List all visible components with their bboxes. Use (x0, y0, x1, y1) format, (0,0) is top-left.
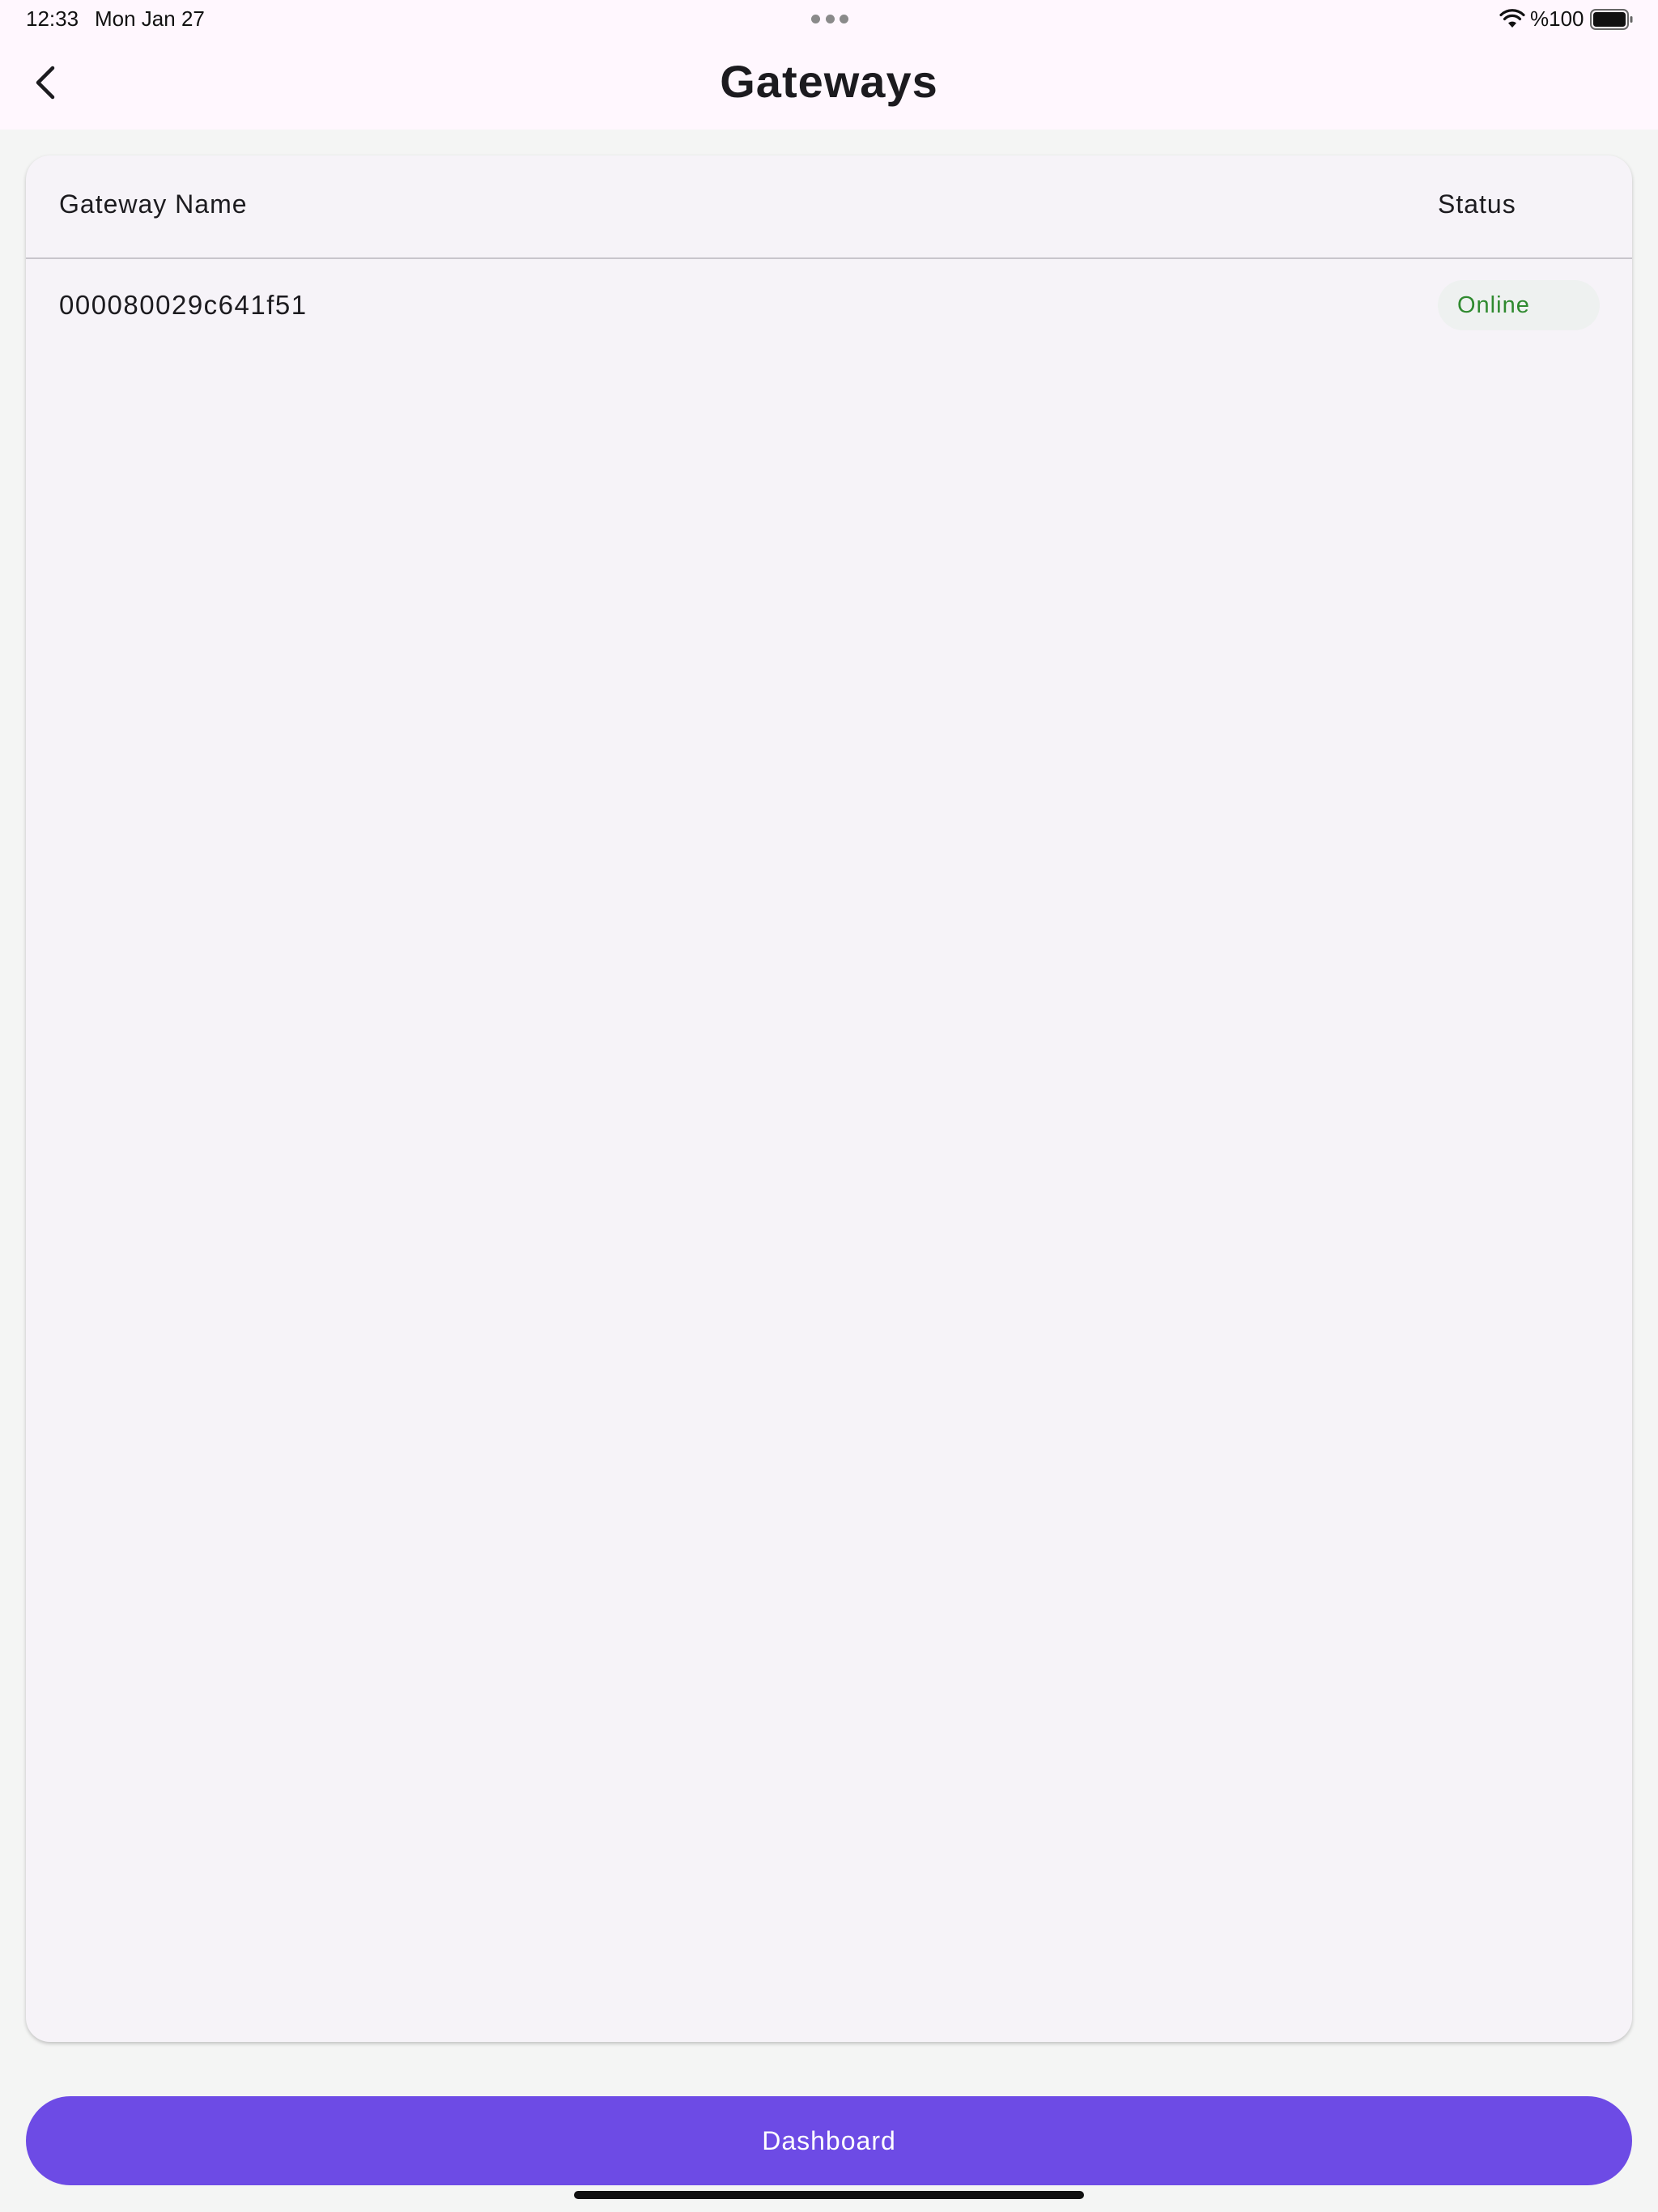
dashboard-button[interactable]: Dashboard (26, 2096, 1632, 2185)
multitasking-dots-icon[interactable] (811, 15, 848, 24)
gateways-table: Gateway Name Status 000080029c641f51 Onl… (26, 155, 1632, 2042)
column-header-gateway-name: Gateway Name (59, 189, 248, 219)
gateway-name-cell: 000080029c641f51 (59, 290, 308, 320)
wifi-icon (1499, 9, 1525, 28)
status-time: 12:33 (26, 6, 79, 31)
battery-icon (1590, 9, 1633, 30)
battery-percentage: %100 (1530, 6, 1584, 31)
table-row[interactable]: 000080029c641f51 Online (26, 259, 1632, 363)
app-bar: 12:33 Mon Jan 27 %100 Gateways (0, 0, 1658, 130)
home-indicator[interactable] (574, 2191, 1084, 2199)
page-title: Gateways (720, 56, 938, 107)
status-badge: Online (1438, 280, 1600, 330)
table-header: Gateway Name Status (26, 155, 1632, 259)
status-bar: 12:33 Mon Jan 27 %100 (0, 0, 1658, 39)
column-header-status: Status (1438, 189, 1516, 219)
status-date: Mon Jan 27 (95, 6, 205, 31)
